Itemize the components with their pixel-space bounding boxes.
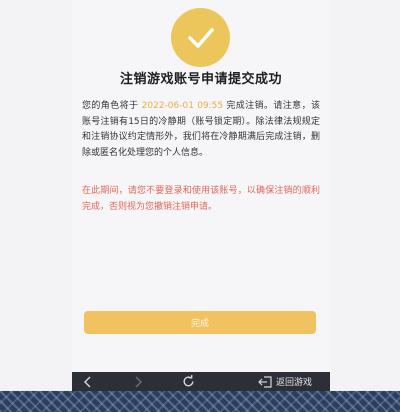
refresh-button[interactable] <box>182 372 195 391</box>
warning-text: 在此期间，请您不要登录和使用该账号，以确保注销的顺利完成，否则视为您撤销注销申请… <box>82 186 320 212</box>
cancellation-notice: 您的角色将于 2022-06-01 09:55 完成注销。请注意，该账号注销有1… <box>82 99 320 161</box>
back-button[interactable] <box>82 372 94 391</box>
exit-icon <box>258 375 272 388</box>
checkmark-icon <box>187 27 214 48</box>
notice-prefix: 您的角色将于 <box>82 101 142 111</box>
background-pattern <box>0 391 400 412</box>
account-cancellation-panel: 注销游戏账号申请提交成功 您的角色将于 2022-06-01 09:55 完成注… <box>72 0 330 372</box>
forward-arrow-icon <box>135 376 142 387</box>
return-to-game-label: 返回游戏 <box>276 378 313 388</box>
left-background <box>0 0 72 390</box>
page-title: 注销游戏账号申请提交成功 <box>119 72 282 87</box>
done-button[interactable]: 完成 <box>84 311 316 334</box>
right-background <box>330 0 400 390</box>
forward-button[interactable] <box>132 372 144 391</box>
back-arrow-icon <box>84 376 91 387</box>
success-badge <box>171 8 230 67</box>
cancellation-date: 2022-06-01 09:55 <box>141 101 224 111</box>
return-to-game-button[interactable]: 返回游戏 <box>258 372 312 391</box>
browser-navbar: 返回游戏 <box>72 372 330 391</box>
refresh-icon <box>183 375 194 387</box>
